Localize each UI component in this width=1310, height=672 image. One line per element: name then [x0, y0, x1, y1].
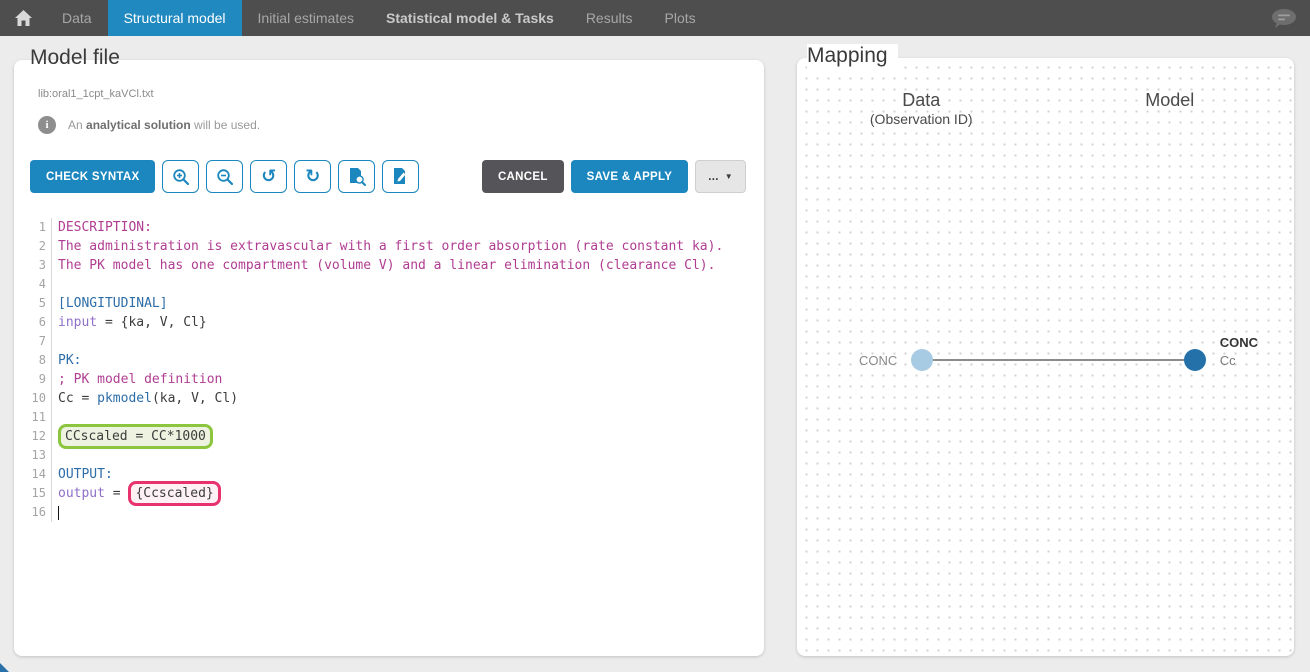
zoom-in-icon	[172, 168, 190, 186]
code-editor[interactable]: 1DESCRIPTION:2The administration is extr…	[30, 218, 748, 642]
mapping-data-subheader: (Observation ID)	[797, 111, 1046, 127]
model-file-title: Model file	[30, 46, 120, 70]
home-button[interactable]	[0, 0, 46, 36]
tab-plots[interactable]: Plots	[649, 0, 712, 36]
redo-icon: ↻	[305, 168, 320, 186]
mapping-model-node[interactable]	[1184, 349, 1206, 371]
more-options-button[interactable]: ... ▼	[695, 160, 746, 193]
undo-button[interactable]: ↺	[250, 160, 287, 193]
mapping-model-name: CONC	[1220, 335, 1258, 350]
mapping-data-node[interactable]	[911, 349, 933, 371]
home-icon	[14, 9, 33, 27]
tab-structural-model[interactable]: Structural model	[108, 0, 242, 36]
corner-accent	[0, 663, 9, 672]
info-note-text: An analytical solution will be used.	[68, 118, 260, 132]
redo-button[interactable]: ↻	[294, 160, 331, 193]
preview-document-button[interactable]	[338, 160, 375, 193]
speech-bubble-icon	[1270, 8, 1298, 29]
tab-results[interactable]: Results	[570, 0, 649, 36]
undo-icon: ↺	[261, 168, 276, 186]
chat-button[interactable]	[1270, 8, 1298, 29]
check-syntax-button[interactable]: CHECK SYNTAX	[30, 160, 155, 193]
more-options-label: ...	[708, 171, 719, 183]
info-icon: i	[38, 116, 56, 134]
zoom-in-button[interactable]	[162, 160, 199, 193]
mapping-data-label: CONC	[859, 353, 897, 368]
mapping-model-labels: CONC Cc	[1220, 335, 1258, 368]
mapping-row-conc: CONC CONC Cc	[859, 338, 1258, 382]
zoom-out-button[interactable]	[206, 160, 243, 193]
mapping-panel: Data (Observation ID) Model CONC CONC Cc	[797, 58, 1294, 656]
tab-initial-estimates[interactable]: Initial estimates	[242, 0, 370, 36]
mapping-model-header: Model	[1046, 90, 1295, 111]
editor-toolbar: CHECK SYNTAX ↺	[30, 160, 746, 193]
edit-document-button[interactable]	[382, 160, 419, 193]
preview-document-icon	[347, 167, 366, 186]
model-file-panel: lib:oral1_1cpt_kaVCl.txt i An analytical…	[14, 60, 764, 656]
library-file-name: lib:oral1_1cpt_kaVCl.txt	[38, 88, 154, 100]
zoom-out-icon	[216, 168, 234, 186]
mapping-title: Mapping	[807, 44, 898, 72]
mapping-model-variable: Cc	[1220, 353, 1258, 368]
chevron-down-icon: ▼	[725, 172, 733, 181]
tab-data[interactable]: Data	[46, 0, 108, 36]
save-apply-button[interactable]: SAVE & APPLY	[571, 160, 689, 193]
cancel-button[interactable]: CANCEL	[482, 160, 564, 193]
mapping-column-headers: Data (Observation ID) Model	[797, 90, 1294, 127]
top-navigation-bar: Data Structural model Initial estimates …	[0, 0, 1310, 36]
analytical-solution-note: i An analytical solution will be used.	[38, 116, 260, 134]
mapping-connector-line	[933, 359, 1183, 361]
mapping-data-header: Data	[797, 90, 1046, 111]
tab-statistical-model-tasks[interactable]: Statistical model & Tasks	[370, 0, 570, 36]
edit-document-icon	[392, 167, 409, 186]
